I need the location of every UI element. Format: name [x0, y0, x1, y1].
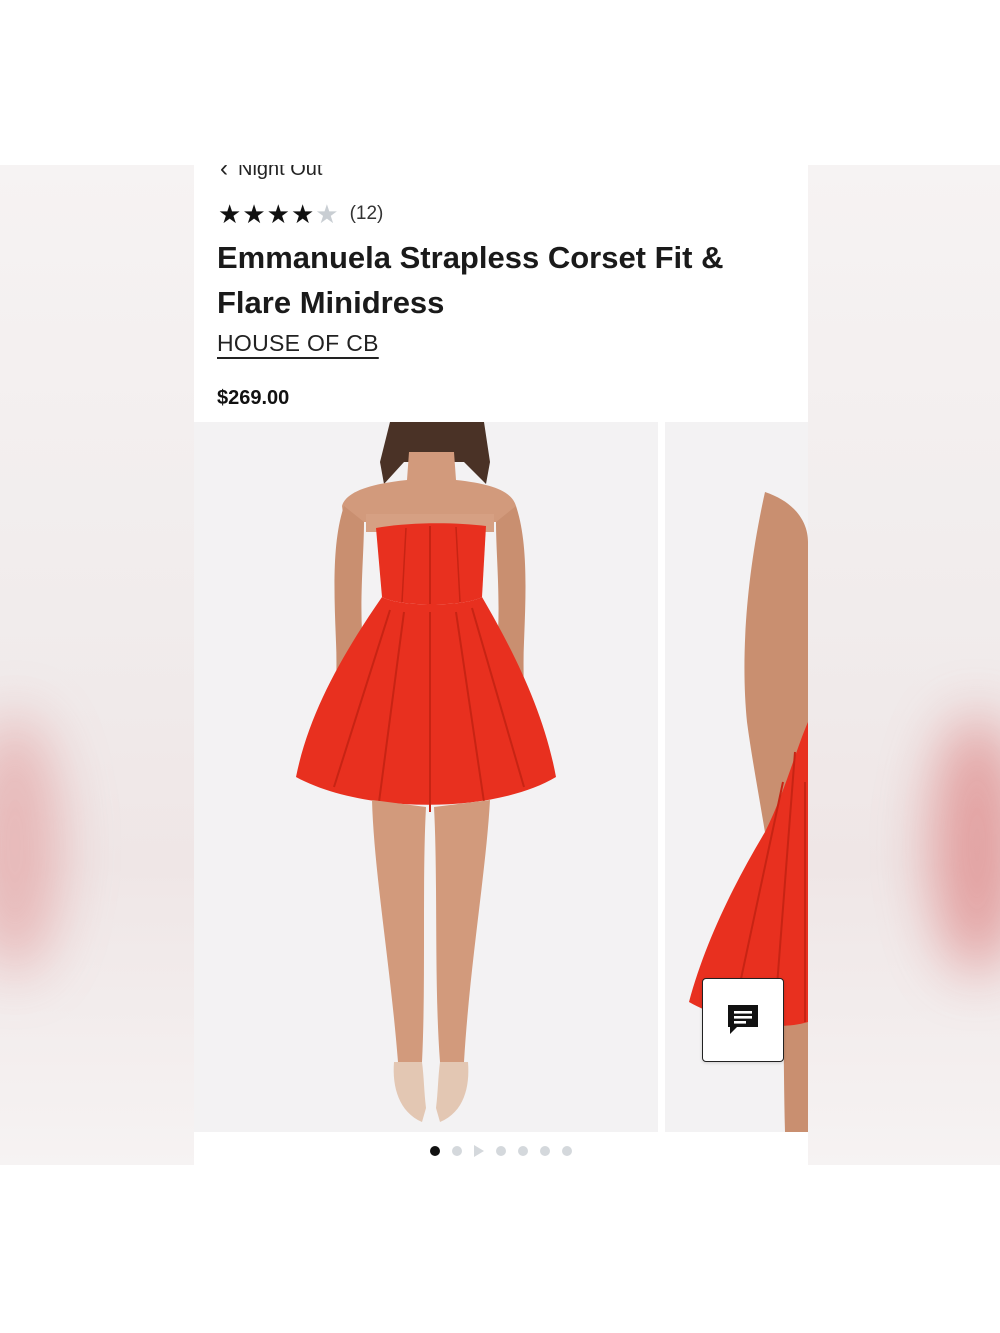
- pagination-dot[interactable]: [562, 1146, 572, 1156]
- model-front-photo: [296, 422, 556, 1122]
- breadcrumb-back-link[interactable]: ‹ Night Out: [220, 165, 322, 183]
- star-icon: ★: [290, 199, 315, 229]
- pagination-dot[interactable]: [518, 1146, 528, 1156]
- star-empty-icon: ★: [315, 199, 339, 229]
- pagination-dot[interactable]: [496, 1146, 506, 1156]
- star-icon: ★: [266, 199, 290, 229]
- chevron-left-icon: ‹: [220, 165, 228, 182]
- blurred-background-left: [0, 165, 194, 1165]
- star-icon: ★: [242, 199, 266, 229]
- product-title: Emmanuela Strapless Corset Fit & Flare M…: [217, 240, 724, 320]
- brand-link[interactable]: HOUSE OF CB: [217, 330, 379, 357]
- star-icon: ★: [218, 199, 242, 229]
- breadcrumb-label: Night Out: [238, 165, 323, 180]
- product-image-front[interactable]: [194, 422, 658, 1132]
- pagination-dot[interactable]: [452, 1146, 462, 1156]
- chat-icon: [728, 1005, 758, 1034]
- product-page: ‹ Night Out ★ ★ ★ ★ ★ (12) Emmanuela Str…: [194, 165, 808, 1165]
- pagination-dot-active[interactable]: [430, 1146, 440, 1156]
- rating-summary[interactable]: ★ ★ ★ ★ ★ (12): [218, 201, 383, 227]
- chat-button[interactable]: [702, 978, 784, 1062]
- review-count: (12): [349, 203, 384, 224]
- blurred-background-right: [808, 165, 1000, 1165]
- play-icon[interactable]: [474, 1145, 484, 1157]
- product-price: $269.00: [217, 387, 290, 409]
- carousel-pagination: [194, 1145, 808, 1157]
- pagination-dot[interactable]: [540, 1146, 550, 1156]
